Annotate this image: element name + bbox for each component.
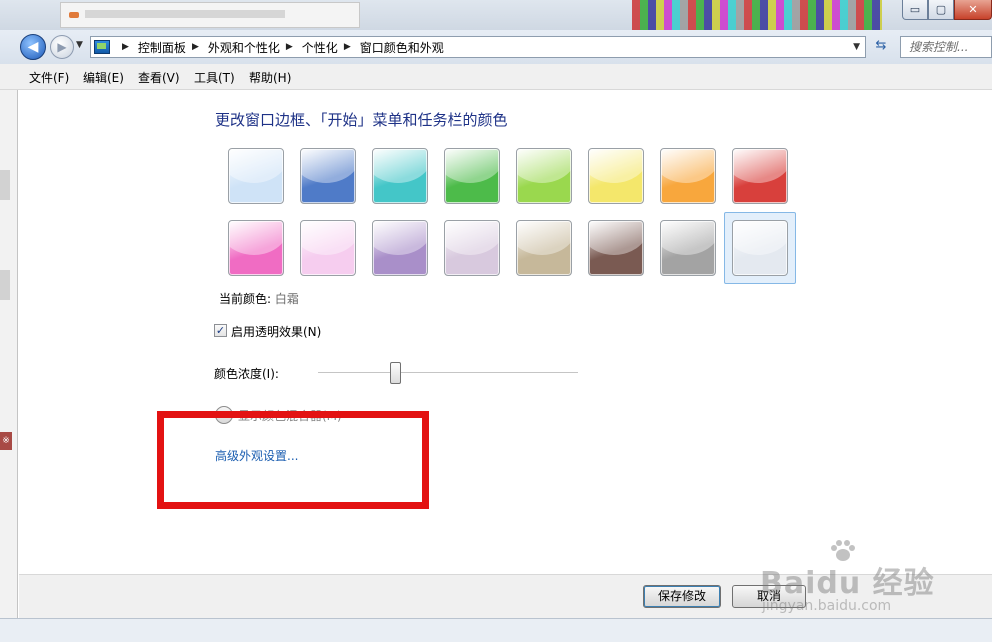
current-color-label: 当前颜色: bbox=[219, 292, 272, 306]
current-color: 当前颜色: 白霜 bbox=[219, 290, 299, 307]
background-palette bbox=[632, 0, 882, 30]
breadcrumb-item[interactable]: ▶ 外观和个性化 bbox=[186, 39, 280, 56]
address-dropdown-icon[interactable]: ▼ bbox=[853, 42, 860, 52]
baidu-watermark: Baidu 经验 jingyan.baidu.com bbox=[760, 540, 960, 620]
menu-bar: 文件(F) 编辑(E) 查看(V) 工具(T) 帮助(H) bbox=[0, 64, 992, 90]
color-swatch-fuchsia[interactable] bbox=[228, 220, 284, 276]
background-window-icon bbox=[69, 12, 79, 18]
intensity-label: 颜色浓度(I): bbox=[214, 367, 279, 381]
title-bar: ▭ ▢ ✕ bbox=[0, 0, 992, 30]
color-swatch-sea[interactable] bbox=[372, 148, 428, 204]
intensity-slider-track[interactable] bbox=[318, 372, 578, 374]
address-bar[interactable]: ▶ 控制面板 ▶ 外观和个性化 ▶ 个性化 ▶ 窗口颜色和外观 ▼ bbox=[90, 36, 866, 58]
refresh-icon[interactable]: ⇆ bbox=[870, 38, 892, 58]
left-window-edge: ※ bbox=[0, 90, 18, 642]
edge-tag: ※ bbox=[0, 432, 12, 450]
close-button[interactable]: ✕ bbox=[954, 0, 992, 20]
background-window-text bbox=[85, 10, 285, 18]
breadcrumb-item[interactable]: ▶ 窗口颜色和外观 bbox=[338, 39, 444, 56]
color-swatch-leaf[interactable] bbox=[444, 148, 500, 204]
edge-artifact bbox=[0, 170, 10, 200]
color-swatch-frost[interactable] bbox=[732, 220, 788, 276]
chevron-right-icon: ▶ bbox=[343, 42, 351, 52]
color-swatch-violet[interactable] bbox=[372, 220, 428, 276]
chevron-right-icon: ▶ bbox=[191, 42, 199, 52]
transparency-label[interactable]: 启用透明效果(N) bbox=[231, 323, 321, 340]
page-title: 更改窗口边框、「开始」菜单和任务栏的颜色 bbox=[215, 111, 508, 129]
chevron-right-icon: ▶ bbox=[285, 42, 293, 52]
control-panel-icon bbox=[94, 40, 110, 54]
breadcrumb-item[interactable]: ▶ 个性化 bbox=[280, 39, 338, 56]
menu-edit[interactable]: 编辑(E) bbox=[83, 69, 124, 86]
maximize-button[interactable]: ▢ bbox=[928, 0, 954, 20]
chevron-right-icon: ▶ bbox=[122, 42, 129, 52]
menu-view[interactable]: 查看(V) bbox=[138, 69, 180, 86]
edge-artifact bbox=[0, 270, 10, 300]
breadcrumb-label[interactable]: 窗口颜色和外观 bbox=[360, 39, 444, 56]
minimize-button[interactable]: ▭ bbox=[902, 0, 928, 20]
menu-file[interactable]: 文件(F) bbox=[29, 69, 69, 86]
menu-help[interactable]: 帮助(H) bbox=[249, 69, 291, 86]
menu-tools[interactable]: 工具(T) bbox=[194, 69, 235, 86]
breadcrumb-label[interactable]: 控制面板 bbox=[138, 39, 186, 56]
color-swatch-lemon[interactable] bbox=[588, 148, 644, 204]
breadcrumb-item[interactable]: ▶ 控制面板 bbox=[116, 39, 186, 56]
transparency-checkbox[interactable]: ✓ bbox=[214, 324, 227, 337]
watermark-url: jingyan.baidu.com bbox=[762, 598, 892, 614]
save-changes-button[interactable]: 保存修改 bbox=[643, 585, 721, 608]
forward-arrow-icon[interactable]: ▶ bbox=[50, 35, 74, 59]
color-swatch-chocolate[interactable] bbox=[588, 220, 644, 276]
current-color-value: 白霜 bbox=[274, 292, 299, 306]
color-swatch-twilight[interactable] bbox=[300, 148, 356, 204]
color-swatch-lavender[interactable] bbox=[444, 220, 500, 276]
breadcrumb-label[interactable]: 个性化 bbox=[302, 39, 338, 56]
color-swatch-ruby[interactable] bbox=[732, 148, 788, 204]
annotation-highlight-box bbox=[157, 411, 429, 509]
color-swatch-pumpkin[interactable] bbox=[660, 148, 716, 204]
search-input[interactable]: 搜索控制... bbox=[900, 36, 992, 58]
intensity-slider-thumb[interactable] bbox=[390, 362, 401, 384]
color-swatch-taupe[interactable] bbox=[516, 220, 572, 276]
color-swatch-blush[interactable] bbox=[300, 220, 356, 276]
back-arrow-icon[interactable]: ◀ bbox=[20, 34, 46, 60]
history-dropdown-icon[interactable]: ▼ bbox=[76, 40, 83, 50]
color-swatch-slate[interactable] bbox=[660, 220, 716, 276]
breadcrumb-label[interactable]: 外观和个性化 bbox=[208, 39, 280, 56]
watermark-logo: Baidu 经验 bbox=[760, 566, 935, 601]
color-swatch-lime[interactable] bbox=[516, 148, 572, 204]
background-window-strip bbox=[60, 2, 360, 28]
color-swatch-sky[interactable] bbox=[228, 148, 284, 204]
navigation-bar: ◀ ▶ ▼ ▶ 控制面板 ▶ 外观和个性化 ▶ 个性化 ▶ 窗口颜色和外观 ▼ … bbox=[0, 30, 992, 64]
status-bar bbox=[0, 618, 992, 642]
